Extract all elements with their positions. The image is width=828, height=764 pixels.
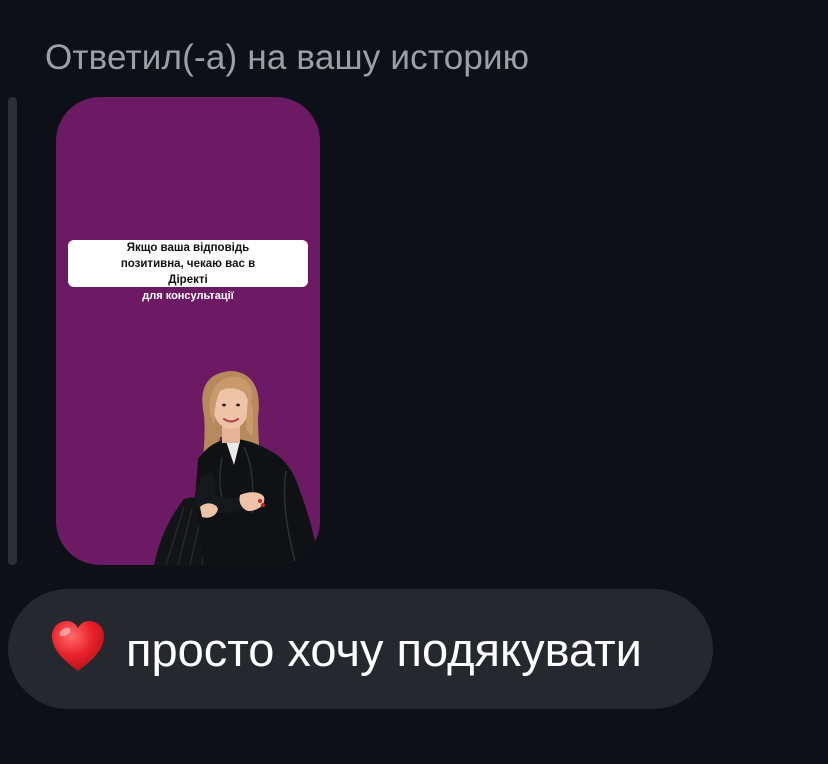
message-text: просто хочу подякувати — [126, 623, 642, 676]
story-caption: для консультації — [142, 290, 234, 302]
story-question-sticker: Якщо ваша відповідь позитивна, чекаю вас… — [68, 240, 308, 287]
story-reply-header: Ответил(-а) на вашу историю — [45, 38, 530, 77]
story-person-photo — [154, 371, 320, 565]
quote-bar — [8, 97, 17, 565]
story-question-text: Якщо ваша відповідь позитивна, чекаю вас… — [120, 241, 256, 286]
heart-icon — [52, 621, 104, 671]
story-preview[interactable]: Якщо ваша відповідь позитивна, чекаю вас… — [56, 97, 320, 565]
message-bubble[interactable]: просто хочу подякувати — [8, 589, 713, 709]
